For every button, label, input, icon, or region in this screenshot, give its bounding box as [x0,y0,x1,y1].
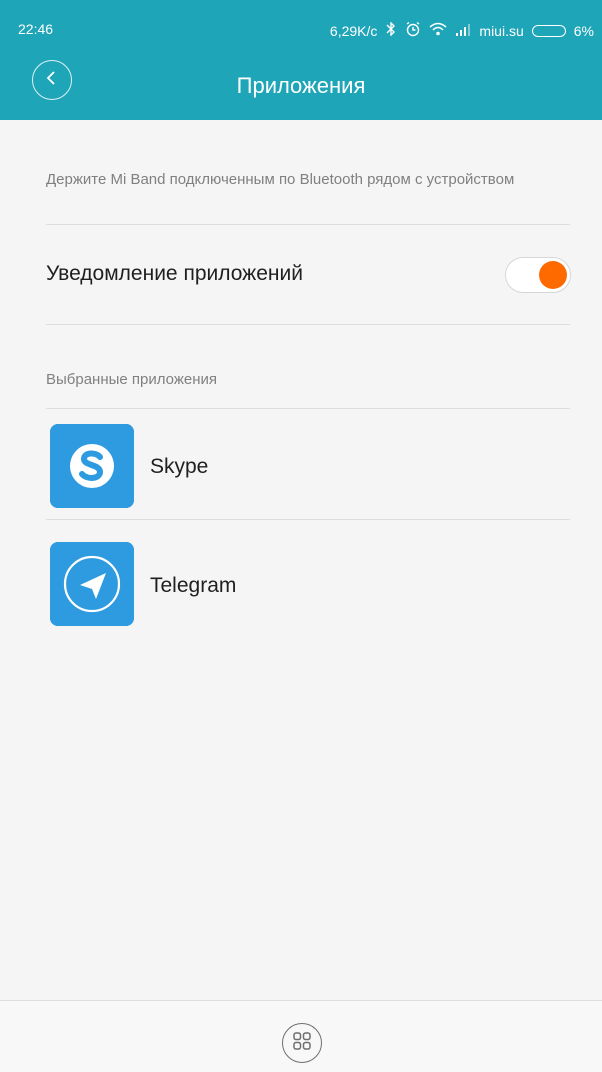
bottom-bar [0,1000,602,1072]
app-item-skype[interactable]: Skype [46,419,570,529]
status-right: 6,29K/c miui.su 6% [330,21,594,40]
skype-icon [50,424,134,508]
toggle-knob [539,261,567,289]
divider [46,324,570,325]
app-name: Telegram [150,574,237,597]
bluetooth-icon [385,21,397,39]
battery-level: 6% [573,22,594,39]
status-bar: 22:46 6,29K/c miui.su 6% [0,0,602,50]
alarm-icon [405,21,421,40]
carrier-label: miui.su [479,22,524,39]
notifications-toggle[interactable] [505,257,571,293]
wifi-icon [429,22,447,39]
telegram-icon [50,542,134,626]
signal-icon [455,23,471,39]
divider [46,224,570,225]
app-item-telegram[interactable]: Telegram [46,538,570,648]
bluetooth-hint: Держите Mi Band подключенным по Bluetoot… [46,171,515,188]
grid-icon [293,1031,311,1055]
status-time: 22:46 [18,21,54,37]
divider [46,519,570,520]
page-title: Приложения [236,73,366,98]
grid-button[interactable] [282,1023,322,1063]
battery-icon [531,24,566,37]
app-bar: Приложения [0,50,602,120]
section-title: Выбранные приложения [46,371,218,388]
notifications-label: Уведомление приложений [46,262,303,285]
app-name: Skype [150,455,209,478]
divider [46,408,570,409]
net-speed: 6,29K/c [329,22,378,39]
